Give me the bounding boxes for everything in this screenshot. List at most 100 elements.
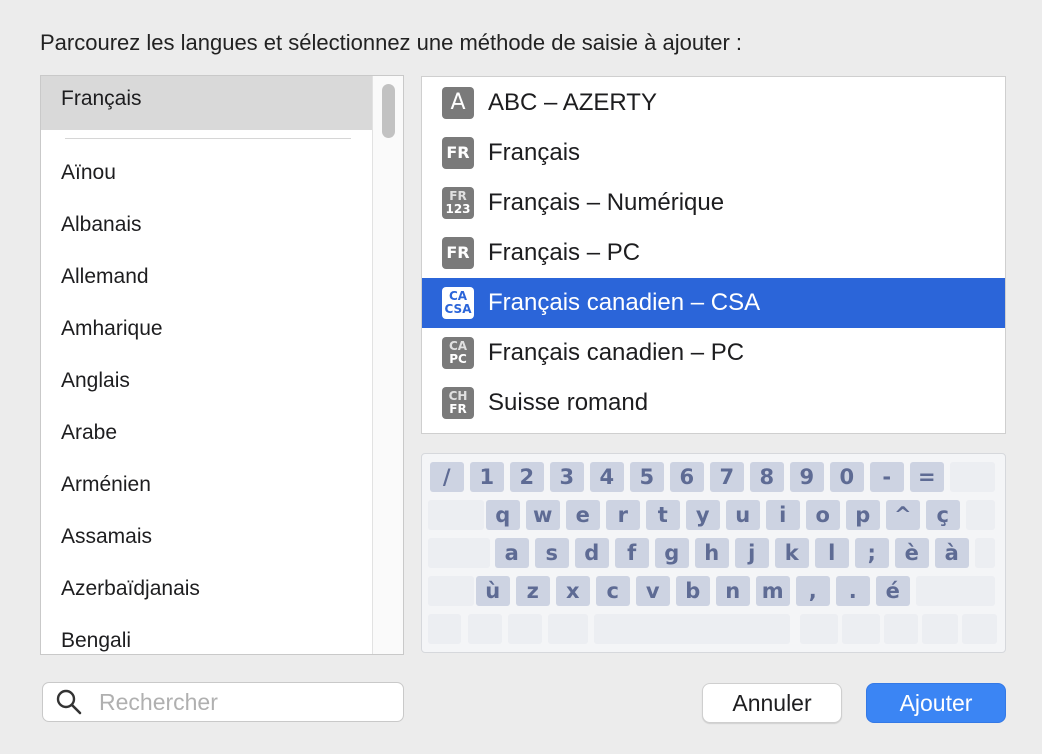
search-icon [56,689,82,715]
language-item[interactable]: Arménien [41,459,375,511]
keyboard-key: 7 [710,462,744,492]
keyboard-key: è [895,538,929,568]
keyboard-key: 1 [470,462,504,492]
keyboard-key: o [806,500,840,530]
keyboard-key: c [596,576,630,606]
keyboard-key-blank [842,614,880,644]
keyboard-key: t [646,500,680,530]
keyboard-key-blank [966,500,995,530]
fr-123-icon: FR 123 [442,187,474,219]
input-method-label: Suisse romand [488,389,649,416]
input-method-item[interactable]: FR 123 Français – Numérique [422,178,1005,228]
input-method-item[interactable]: FR Français – PC [422,228,1005,278]
keyboard-key: , [796,576,830,606]
keyboard-key: e [566,500,600,530]
keyboard-key: 8 [750,462,784,492]
keyboard-key: 5 [630,462,664,492]
ch-fr-icon: CH FR [442,387,474,419]
language-item[interactable]: Arabe [41,407,375,459]
language-list[interactable]: Français Aïnou Albanais Allemand Amharique A… [40,75,404,655]
language-item[interactable]: Aïnou [41,147,375,199]
badge-line-2: FR [449,402,467,416]
fr-icon: FR [442,237,474,269]
keyboard-preview: /1 2 3 4 5 6 7 8 9 0- = q w e r t y u i o p ^ ç a s d f g h j k l; è à ù z x… [421,453,1006,653]
badge-line-2: CSA [444,302,472,316]
language-items: Aïnou Albanais Allemand Amharique Anglais Ara… [41,147,375,654]
keyboard-key-blank [800,614,838,644]
language-separator [65,138,351,139]
language-scrollbar[interactable] [372,76,403,654]
keyboard-key: 9 [790,462,824,492]
keyboard-key: r [606,500,640,530]
keyboard-key-blank [884,614,918,644]
keyboard-key: z [516,576,550,606]
language-item[interactable]: Assamais [41,511,375,563]
keyboard-key: g [655,538,689,568]
keyboard-key: . [836,576,870,606]
fr-icon: FR [442,137,474,169]
keyboard-key-blank [916,576,995,606]
language-item-selected[interactable]: Français [41,76,375,130]
input-method-list[interactable]: A ABC – AZERTY FR Français FR 123 Français – N… [421,76,1006,434]
add-button[interactable]: Ajouter [866,683,1006,723]
keyboard-key: ^ [886,500,920,530]
keyboard-key: m [756,576,790,606]
keyboard-key: y [686,500,720,530]
input-method-item[interactable]: CA PC Français canadien – PC [422,328,1005,378]
keyboard-key: s [535,538,569,568]
keyboard-key: b [676,576,710,606]
search-field[interactable] [42,682,404,722]
input-method-item[interactable]: FR Français [422,128,1005,178]
keyboard-key: x [556,576,590,606]
scrollbar-thumb[interactable] [382,84,395,138]
input-method-item[interactable]: CA CSA Français canadien – CSA [422,278,1005,328]
keyboard-key-blank [428,538,490,568]
language-item[interactable]: Bengali [41,615,375,654]
keyboard-key-blank [975,538,995,568]
language-item[interactable]: Anglais [41,355,375,407]
language-item[interactable]: Albanais [41,199,375,251]
keyboard-key: w [526,500,560,530]
keyboard-key: 3 [550,462,584,492]
keyboard-key: 4 [590,462,624,492]
input-method-label: Français [488,139,581,166]
keyboard-key: = [910,462,944,492]
input-method-item[interactable]: CH FR Suisse romand [422,378,1005,428]
keyboard-key: i [766,500,800,530]
badge-line-2: 123 [445,202,471,216]
keyboard-key: d [575,538,609,568]
keyboard-key: / [430,462,464,492]
input-method-label: Français canadien – PC [488,339,745,366]
keyboard-key: 2 [510,462,544,492]
letter-a-icon: A [442,87,474,119]
keyboard-key: é [876,576,910,606]
keyboard-key-blank [428,500,484,530]
ca-csa-icon: CA CSA [442,287,474,319]
keyboard-key-blank [428,576,474,606]
keyboard-key: q [486,500,520,530]
keyboard-key: v [636,576,670,606]
keyboard-key: f [615,538,649,568]
keyboard-key: ç [926,500,960,530]
keyboard-key: u [726,500,760,530]
keyboard-key: n [716,576,750,606]
keyboard-key-blank [962,614,997,644]
keyboard-key: k [775,538,809,568]
keyboard-key-blank [922,614,958,644]
input-method-label: Français – PC [488,239,641,266]
language-item[interactable]: Azerbaïdjanais [41,563,375,615]
language-item[interactable]: Allemand [41,251,375,303]
badge-line-2: PC [449,352,467,366]
input-method-item[interactable]: A ABC – AZERTY [422,78,1005,128]
keyboard-key: - [870,462,904,492]
keyboard-key-blank [468,614,502,644]
keyboard-key-blank [950,462,995,492]
keyboard-key-blank [428,614,461,644]
language-item[interactable]: Amharique [41,303,375,355]
dialog-prompt: Parcourez les langues et sélectionnez un… [40,30,742,55]
keyboard-key: 0 [830,462,864,492]
cancel-button[interactable]: Annuler [702,683,842,723]
keyboard-key-blank [594,614,790,644]
search-input[interactable] [97,687,381,717]
keyboard-key-blank [548,614,588,644]
